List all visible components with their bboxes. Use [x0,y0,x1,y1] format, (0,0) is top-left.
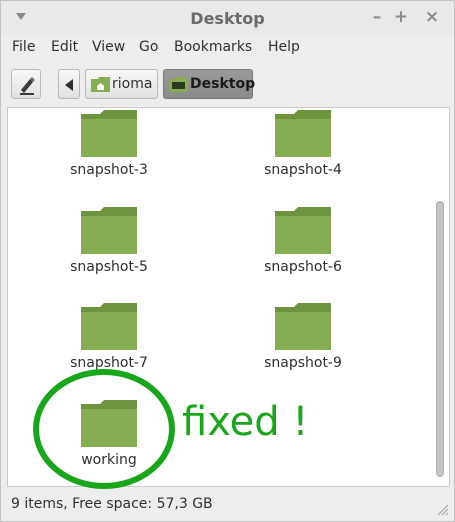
folder-label: snapshot-6 [264,259,342,275]
menu-file[interactable]: File [12,39,35,55]
menubar: File Edit View Go Bookmarks Help [1,35,454,61]
breadcrumb-desktop[interactable]: Desktop [163,69,256,99]
menu-help[interactable]: Help [268,39,300,55]
menu-go[interactable]: Go [139,39,158,55]
folder-label: snapshot-5 [70,259,148,275]
annotation-text: fixed ! [182,399,309,445]
resize-grip-icon[interactable] [438,505,448,515]
minimize-icon[interactable]: – [367,7,387,27]
desktop-folder-icon [169,77,188,92]
folder-item[interactable]: snapshot-4 [243,110,363,178]
chevron-left-icon [65,79,73,91]
toolbar: rioma Desktop [1,63,454,105]
folder-item[interactable]: snapshot-7 [49,303,169,371]
folder-label: snapshot-4 [264,162,342,178]
home-folder-icon [91,77,110,92]
menu-bookmarks[interactable]: Bookmarks [174,39,252,55]
folder-label: snapshot-9 [264,355,342,371]
folder-item[interactable]: snapshot-6 [243,207,363,275]
folder-icon [275,303,331,350]
maximize-icon[interactable]: + [391,7,411,27]
pencil-icon [20,77,35,95]
folder-icon [275,207,331,254]
titlebar[interactable]: Desktop – + × [1,1,454,35]
scrollbar-thumb[interactable] [436,201,444,477]
folder-icon [81,207,137,254]
folder-item[interactable]: snapshot-5 [49,207,169,275]
folder-icon [81,303,137,350]
breadcrumb-home[interactable]: rioma [85,69,158,99]
file-manager-window: Desktop – + × File Edit View Go Bookmark… [0,0,455,522]
breadcrumb-label: rioma [112,76,153,92]
breadcrumb-label: Desktop [190,76,256,92]
folder-item[interactable]: snapshot-3 [49,110,169,178]
folder-label: snapshot-3 [70,162,148,178]
folder-item[interactable]: snapshot-9 [243,303,363,371]
menu-edit[interactable]: Edit [51,39,78,55]
highlight-circle-annotation [33,369,175,489]
statusbar: 9 items, Free space: 57,3 GB [1,489,454,521]
menu-view[interactable]: View [92,39,125,55]
back-button[interactable] [58,69,80,99]
status-text: 9 items, Free space: 57,3 GB [11,496,213,512]
toggle-location-entry-button[interactable] [11,69,41,99]
vertical-scrollbar[interactable] [434,109,446,483]
folder-icon [81,110,137,157]
close-icon[interactable]: × [422,7,442,27]
folder-icon [275,110,331,157]
